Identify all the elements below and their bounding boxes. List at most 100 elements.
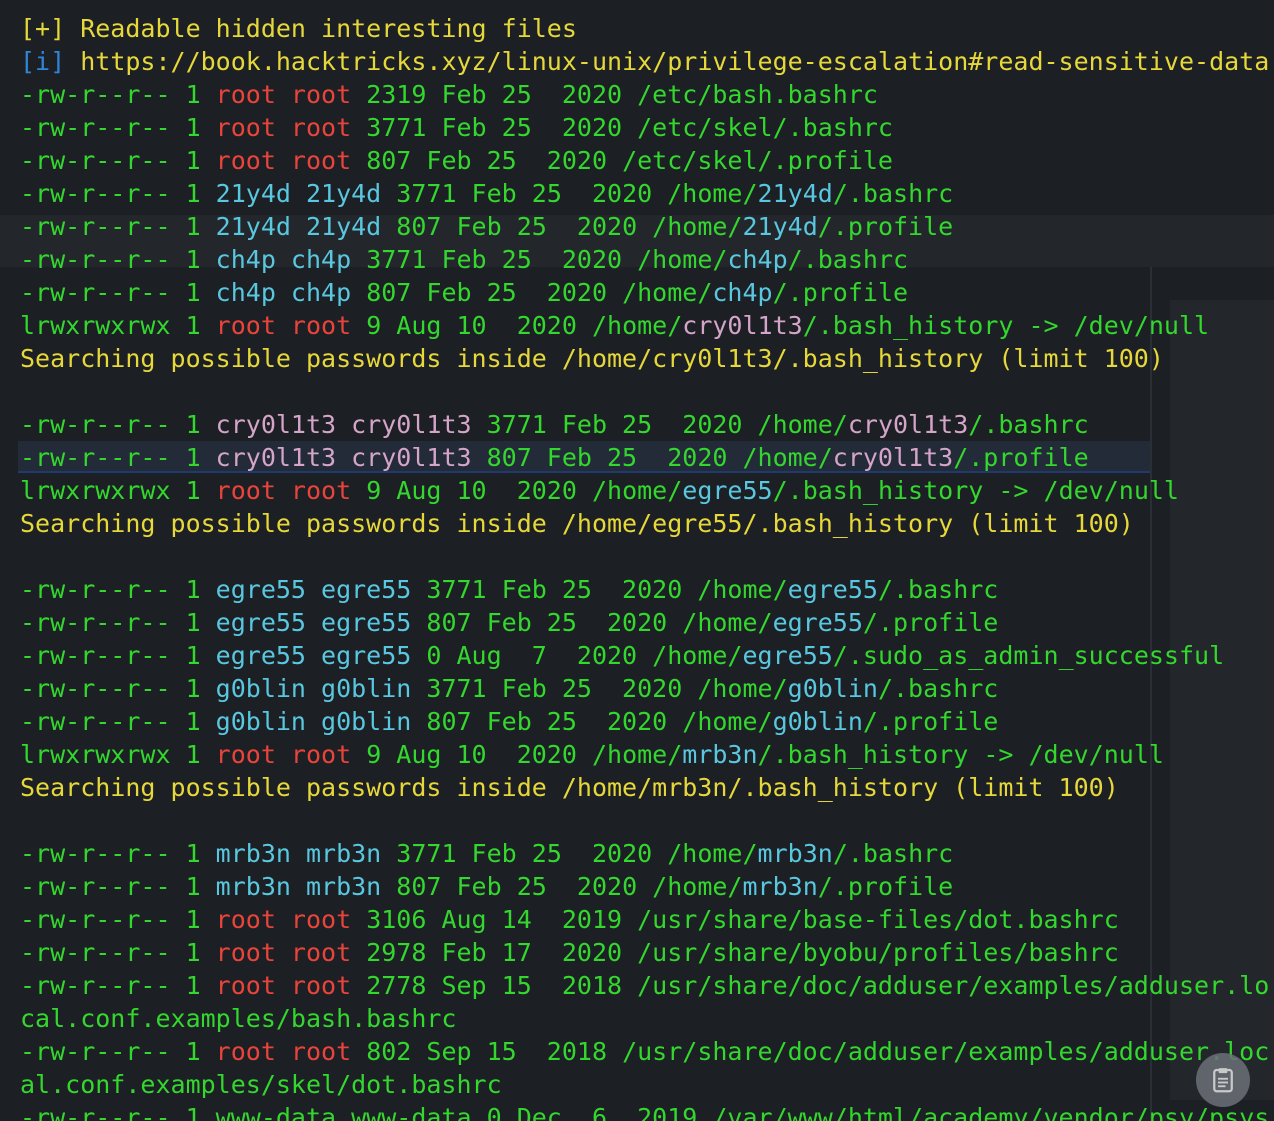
terminal-text-segment: 9 Aug 10 2020 /home/ — [351, 740, 683, 769]
terminal-text-segment: lrwxrwxrwx 1 — [20, 311, 216, 340]
terminal-text-segment: 807 Feb 25 2020 /home/ — [381, 872, 743, 901]
terminal-text-segment: -rw-r--r-- 1 — [20, 608, 216, 637]
terminal-text-segment: -rw-r--r-- 1 — [20, 971, 216, 1000]
terminal-text-segment: egre55 — [742, 641, 833, 670]
terminal-text-segment: 21y4d 21y4d — [215, 212, 382, 241]
terminal-line: -rw-r--r-- 1 root root 2319 Feb 25 2020 … — [20, 78, 1270, 111]
terminal-line: Searching possible passwords inside /hom… — [20, 507, 1270, 540]
terminal-text-segment: -rw-r--r-- 1 — [20, 575, 216, 604]
terminal-text-segment: -rw-r--r-- 1 — [20, 707, 216, 736]
terminal-text-segment: 9 Aug 10 2020 /home/ — [351, 311, 683, 340]
terminal-text-segment: 807 Feb 25 2020 /home/ — [351, 278, 713, 307]
terminal-text-segment: 807 Feb 25 2020 /home/ — [381, 212, 743, 241]
terminal-text-segment: 3771 Feb 25 2020 /home/ — [381, 839, 758, 868]
terminal-text-segment: /.sudo_as_admin_successful — [832, 641, 1225, 670]
terminal-line: -rw-r--r-- 1 g0blin g0blin 807 Feb 25 20… — [20, 705, 1270, 738]
terminal-text-segment: -rw-r--r-- 1 — [20, 905, 216, 934]
terminal-text-segment: /.bash_history -> /dev/null — [802, 311, 1210, 340]
terminal-text-segment: 807 Feb 25 2020 /home/ — [471, 443, 833, 472]
terminal-text-segment: [+] Readable hidden interesting files — [20, 14, 577, 43]
terminal-text-segment: root root — [215, 905, 352, 934]
terminal-text-segment: -rw-r--r-- 1 — [20, 443, 216, 472]
terminal-text-segment: ch4p ch4p — [215, 245, 352, 274]
terminal-text-segment: -rw-r--r-- 1 — [20, 245, 216, 274]
terminal-text-segment: /.profile — [817, 872, 954, 901]
terminal-text-segment: egre55 egre55 — [215, 608, 412, 637]
terminal-text-segment: lrwxrwxrwx 1 — [20, 740, 216, 769]
terminal-line: al.conf.examples/skel/dot.bashrc — [20, 1068, 1270, 1101]
terminal-text-segment: 3771 Feb 25 2020 /home/ — [471, 410, 848, 439]
terminal-text-segment: g0blin g0blin — [215, 707, 412, 736]
terminal-text-segment: g0blin g0blin — [215, 674, 412, 703]
terminal-line: -rw-r--r-- 1 g0blin g0blin 3771 Feb 25 2… — [20, 672, 1270, 705]
terminal-text-segment: cry0l1t3 cry0l1t3 — [215, 443, 472, 472]
terminal-text-segment: 2319 Feb 25 2020 /etc/bash.bashrc — [351, 80, 878, 109]
terminal-text-segment: -rw-r--r-- 1 — [20, 938, 216, 967]
terminal-text-segment: /.bashrc — [787, 245, 909, 274]
terminal-text-segment: mrb3n mrb3n — [215, 839, 382, 868]
terminal-text-segment: 807 Feb 25 2020 /etc/skel/.profile — [351, 146, 893, 175]
terminal-text-segment: /.bashrc — [877, 575, 999, 604]
terminal-window[interactable]: [+] Readable hidden interesting files [i]… — [0, 0, 1274, 1121]
terminal-text-segment: 3106 Aug 14 2019 /usr/share/base-files/d… — [351, 905, 1119, 934]
terminal-text-segment: -rw-r--r-- 1 — [20, 113, 216, 142]
terminal-line: Searching possible passwords inside /hom… — [20, 342, 1270, 375]
terminal-text-segment: /.bashrc — [968, 410, 1089, 439]
terminal-line: -rw-r--r-- 1 ch4p ch4p 3771 Feb 25 2020 … — [20, 243, 1270, 276]
terminal-line: lrwxrwxrwx 1 root root 9 Aug 10 2020 /ho… — [20, 474, 1270, 507]
terminal-line: -rw-r--r-- 1 cry0l1t3 cry0l1t3 3771 Feb … — [20, 408, 1270, 441]
terminal-text-segment: ch4p — [712, 278, 773, 307]
terminal-text-segment: /.profile — [772, 278, 909, 307]
terminal-line: -rw-r--r-- 1 mrb3n mrb3n 807 Feb 25 2020… — [20, 870, 1270, 903]
terminal-text-segment: [i] — [20, 47, 81, 76]
terminal-text-segment: /.bash_history -> /dev/null — [772, 476, 1179, 505]
terminal-text-segment: /.bashrc — [877, 674, 999, 703]
terminal-text-segment: root root — [215, 971, 352, 1000]
terminal-text-segment: -rw-r--r-- 1 — [20, 179, 216, 208]
terminal-text-segment: 21y4d — [757, 179, 833, 208]
clipboard-icon — [1213, 1068, 1233, 1093]
terminal-text-segment: egre55 — [682, 476, 773, 505]
terminal-line: -rw-r--r-- 1 mrb3n mrb3n 3771 Feb 25 202… — [20, 837, 1270, 870]
terminal-text-segment: 3771 Feb 25 2020 /etc/skel/.bashrc — [351, 113, 893, 142]
terminal-line: -rw-r--r-- 1 egre55 egre55 0 Aug 7 2020 … — [20, 639, 1270, 672]
terminal-text-segment: 2778 Sep 15 2018 /usr/share/doc/adduser/… — [351, 971, 1270, 1000]
terminal-text-segment: /.profile — [862, 608, 999, 637]
terminal-line: -rw-r--r-- 1 21y4d 21y4d 3771 Feb 25 202… — [20, 177, 1270, 210]
terminal-text-segment: egre55 egre55 — [215, 575, 412, 604]
terminal-text-segment: 21y4d 21y4d — [215, 179, 382, 208]
terminal-text-segment: cry0l1t3 — [847, 410, 969, 439]
terminal-text-segment: -rw-r--r-- 1 — [20, 641, 216, 670]
terminal-text-segment: -rw-r--r-- 1 — [20, 278, 216, 307]
terminal-text-segment: 3771 Feb 25 2020 /home/ — [351, 245, 728, 274]
terminal-line: -rw-r--r-- 1 www-data www-data 0 Dec 6 2… — [20, 1101, 1270, 1121]
terminal-text-segment: root root — [215, 113, 352, 142]
terminal-line: -rw-r--r-- 1 root root 802 Sep 15 2018 /… — [20, 1035, 1270, 1068]
terminal-text-segment: 3771 Feb 25 2020 /home/ — [411, 674, 788, 703]
terminal-text-segment: -rw-r--r-- 1 www-data www-data 0 Dec 6 2… — [20, 1103, 1270, 1121]
terminal-text-segment: root root — [215, 476, 352, 505]
terminal-text-segment: cry0l1t3 — [832, 443, 954, 472]
terminal-line: -rw-r--r-- 1 ch4p ch4p 807 Feb 25 2020 /… — [20, 276, 1270, 309]
terminal-text-segment: mrb3n — [742, 872, 818, 901]
terminal-text-segment: -rw-r--r-- 1 — [20, 839, 216, 868]
terminal-text-segment: 0 Aug 7 2020 /home/ — [411, 641, 743, 670]
clipboard-button[interactable] — [1196, 1053, 1250, 1107]
terminal-line: -rw-r--r-- 1 cry0l1t3 cry0l1t3 807 Feb 2… — [20, 441, 1270, 474]
terminal-line: lrwxrwxrwx 1 root root 9 Aug 10 2020 /ho… — [20, 309, 1270, 342]
terminal-text-segment: root root — [215, 740, 352, 769]
terminal-text-segment: cal.conf.examples/bash.bashrc — [20, 1004, 457, 1033]
terminal-line: [i] https://book.hacktricks.xyz/linux-un… — [20, 45, 1270, 78]
terminal-text-segment: -rw-r--r-- 1 — [20, 212, 216, 241]
terminal-text-segment: root root — [215, 80, 352, 109]
terminal-text-segment: -rw-r--r-- 1 — [20, 872, 216, 901]
terminal-text-segment: ch4p ch4p — [215, 278, 352, 307]
terminal-line: [+] Readable hidden interesting files — [20, 12, 1270, 45]
terminal-line: -rw-r--r-- 1 egre55 egre55 807 Feb 25 20… — [20, 606, 1270, 639]
terminal-line: -rw-r--r-- 1 root root 2778 Sep 15 2018 … — [20, 969, 1270, 1002]
terminal-text-segment: egre55 — [772, 608, 863, 637]
terminal-line: cal.conf.examples/bash.bashrc — [20, 1002, 1270, 1035]
